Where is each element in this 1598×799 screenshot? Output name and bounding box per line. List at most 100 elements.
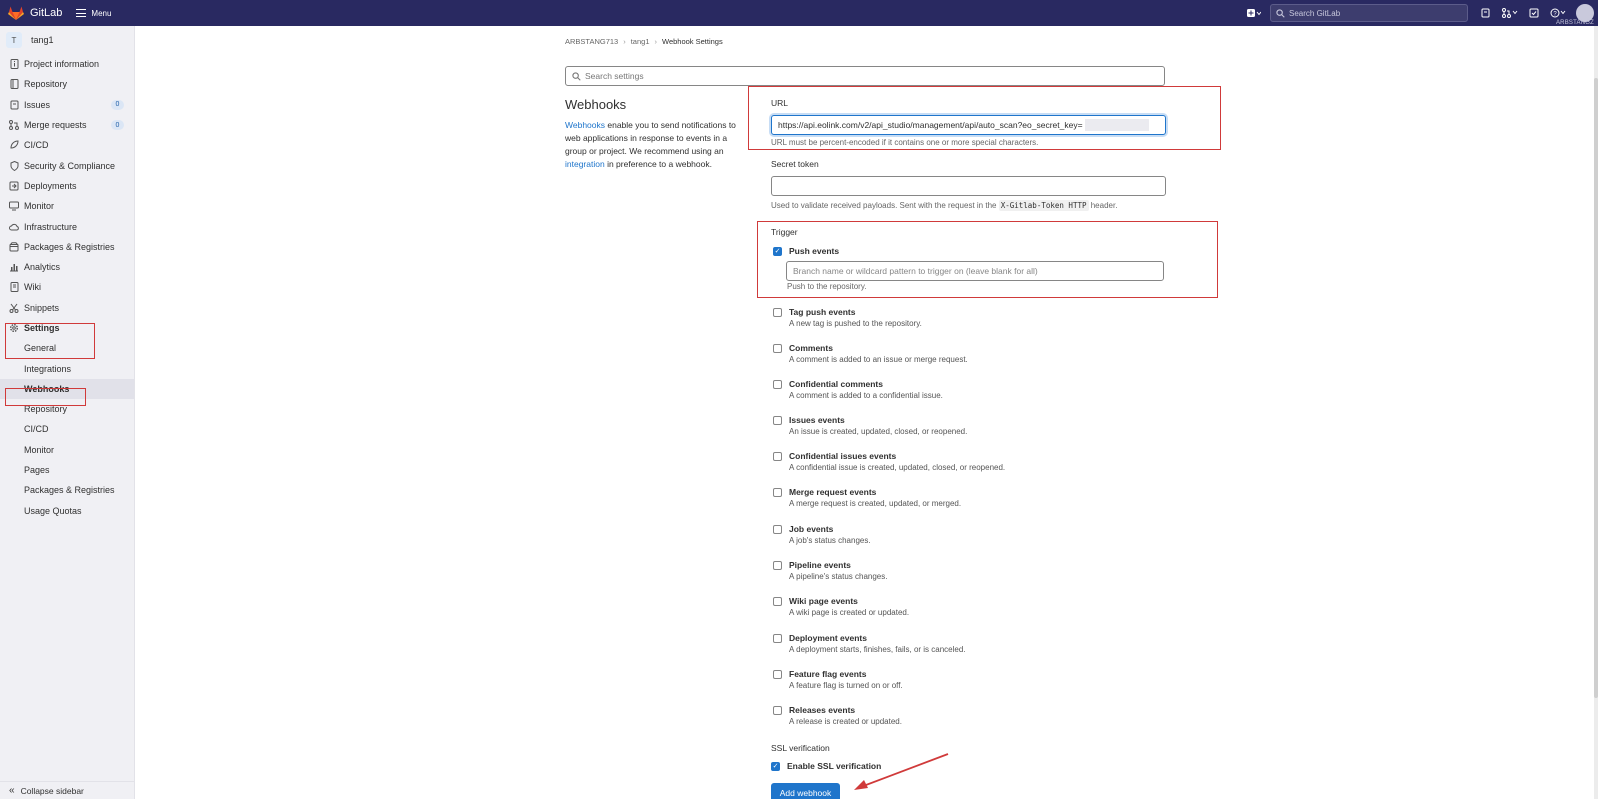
search-settings-placeholder: Search settings [585, 71, 644, 81]
feature-flag-events-checkbox[interactable] [773, 669, 782, 679]
breadcrumb-current[interactable]: Webhook Settings [662, 37, 723, 46]
chevron-right-icon: › [654, 37, 658, 46]
event-title: Feature flag events [789, 669, 867, 679]
gitlab-logo-icon [8, 6, 24, 20]
secret-token-input[interactable] [771, 176, 1166, 196]
issues-events-checkbox[interactable] [773, 415, 782, 425]
event-title: Releases events [789, 705, 856, 715]
masked-secret-key [1084, 119, 1149, 131]
event-wiki-page: Wiki page events A wiki page is created … [773, 595, 1163, 617]
event-job: Job events A job's status changes. [773, 523, 1163, 545]
sidebar-item-cicd[interactable]: CI/CD [0, 135, 134, 155]
page-scrollbar[interactable] [1594, 26, 1598, 799]
event-title: Deployment events [789, 633, 867, 643]
sidebar-item-security-compliance[interactable]: Security & Compliance [0, 155, 134, 175]
integration-link[interactable]: integration [565, 159, 605, 169]
event-desc: An issue is created, updated, closed, or… [789, 427, 968, 436]
sidebar-sub-pages[interactable]: Pages [0, 460, 134, 480]
event-desc: A new tag is pushed to the repository. [789, 319, 922, 328]
confidential-issues-checkbox[interactable] [773, 451, 782, 461]
wiki-page-events-checkbox[interactable] [773, 596, 782, 606]
sidebar-item-deployments[interactable]: Deployments [0, 176, 134, 196]
comments-checkbox[interactable] [773, 343, 782, 353]
user-label: ARBSTANGZ [1555, 20, 1594, 26]
sidebar-sub-integrations[interactable]: Integrations [0, 358, 134, 378]
page-title: Webhooks [565, 97, 627, 112]
todo-icon[interactable] [1525, 4, 1543, 22]
rocket-icon [9, 140, 19, 150]
snippet-icon [9, 303, 19, 313]
sidebar-sub-repository[interactable]: Repository [0, 399, 134, 419]
webhooks-description: Webhooks enable you to send notification… [565, 119, 747, 171]
sidebar-item-wiki[interactable]: Wiki [0, 277, 134, 297]
push-events-option: ✓ Push events [773, 245, 1163, 257]
menu-button[interactable]: Menu [76, 9, 111, 18]
breadcrumb-project[interactable]: tang1 [631, 37, 650, 46]
global-search-input[interactable]: Search GitLab [1270, 4, 1468, 22]
sidebar-item-packages-registries[interactable]: Packages & Registries [0, 237, 134, 257]
merge-requests-top-icon[interactable] [1501, 4, 1519, 22]
breadcrumb-group[interactable]: ARBSTANG713 [565, 37, 618, 46]
event-title: Tag push events [789, 307, 856, 317]
sidebar-item-settings[interactable]: Settings [0, 318, 134, 338]
event-deployment: Deployment events A deployment starts, f… [773, 632, 1163, 654]
url-input[interactable]: https://api.eolink.com/v2/api_studio/man… [771, 115, 1166, 135]
top-navbar: GitLab Menu Search GitLab ? ARBSTANGZ [0, 0, 1598, 26]
event-title: Wiki page events [789, 596, 858, 606]
push-events-checkbox[interactable]: ✓ [773, 246, 782, 256]
user-avatar[interactable]: ARBSTANGZ [1556, 4, 1594, 26]
package-icon [9, 242, 19, 252]
sidebar-item-merge-requests[interactable]: Merge requests 0 [0, 115, 134, 135]
releases-events-checkbox[interactable] [773, 705, 782, 715]
collapse-sidebar-button[interactable]: « Collapse sidebar [0, 781, 135, 799]
create-new-icon[interactable] [1245, 4, 1263, 22]
sidebar-item-snippets[interactable]: Snippets [0, 298, 134, 318]
gitlab-home-link[interactable]: GitLab [8, 0, 62, 26]
url-help-text: URL must be percent-encoded if it contai… [771, 138, 1039, 147]
search-icon [1276, 8, 1285, 18]
sidebar-sub-general[interactable]: General [0, 338, 134, 358]
event-releases: Releases events A release is created or … [773, 704, 1163, 726]
sidebar-sub-packages-registries[interactable]: Packages & Registries [0, 480, 134, 500]
sidebar-item-label: Wiki [24, 282, 41, 293]
event-desc: A release is created or updated. [789, 717, 902, 726]
sidebar-item-repository[interactable]: Repository [0, 74, 134, 94]
ssl-verification-label: SSL verification [771, 743, 830, 753]
sidebar-item-label: Analytics [24, 262, 61, 273]
sidebar-item-label: Snippets [24, 302, 60, 313]
add-webhook-button[interactable]: Add webhook [771, 783, 840, 799]
webhooks-docs-link[interactable]: Webhooks [565, 120, 605, 130]
enable-ssl-checkbox[interactable]: ✓ [771, 761, 780, 771]
search-placeholder: Search GitLab [1289, 8, 1341, 18]
search-settings-input[interactable]: Search settings [565, 66, 1165, 86]
tag-push-events-checkbox[interactable] [773, 307, 782, 317]
hamburger-icon [76, 9, 87, 17]
scrollbar-thumb[interactable] [1594, 78, 1598, 698]
secret-token-label: Secret token [771, 159, 819, 169]
issues-top-icon[interactable] [1477, 4, 1495, 22]
sidebar-sub-monitor[interactable]: Monitor [0, 440, 134, 460]
sidebar-sub-usage-quotas[interactable]: Usage Quotas [0, 501, 134, 521]
pipeline-events-checkbox[interactable] [773, 560, 782, 570]
sidebar-item-project-information[interactable]: Project information [0, 54, 134, 74]
merge-request-events-checkbox[interactable] [773, 487, 782, 497]
sidebar-sub-cicd[interactable]: CI/CD [0, 419, 134, 439]
brand-name: GitLab [30, 7, 63, 19]
event-comments: Comments A comment is added to an issue … [773, 342, 1163, 364]
event-confidential-comments: Confidential comments A comment is added… [773, 378, 1163, 400]
push-branch-filter-placeholder: Branch name or wildcard pattern to trigg… [793, 266, 1038, 276]
sidebar-sub-webhooks[interactable]: Webhooks [0, 378, 134, 400]
deployment-events-checkbox[interactable] [773, 633, 782, 643]
sidebar-item-issues[interactable]: Issues 0 [0, 95, 134, 115]
sidebar-item-monitor[interactable]: Monitor [0, 196, 134, 216]
sidebar-item-analytics[interactable]: Analytics [0, 257, 134, 277]
push-branch-filter-input[interactable]: Branch name or wildcard pattern to trigg… [786, 261, 1164, 281]
breadcrumb: ARBSTANG713 › tang1 › Webhook Settings [565, 37, 723, 46]
sidebar-item-label: Project information [24, 59, 100, 70]
job-events-checkbox[interactable] [773, 524, 782, 534]
event-desc: A pipeline's status changes. [789, 572, 888, 581]
confidential-comments-checkbox[interactable] [773, 379, 782, 389]
sidebar-item-infrastructure[interactable]: Infrastructure [0, 216, 134, 236]
sidebar-project-header[interactable]: T tang1 [0, 26, 134, 54]
sidebar-item-label: CI/CD [24, 140, 49, 151]
